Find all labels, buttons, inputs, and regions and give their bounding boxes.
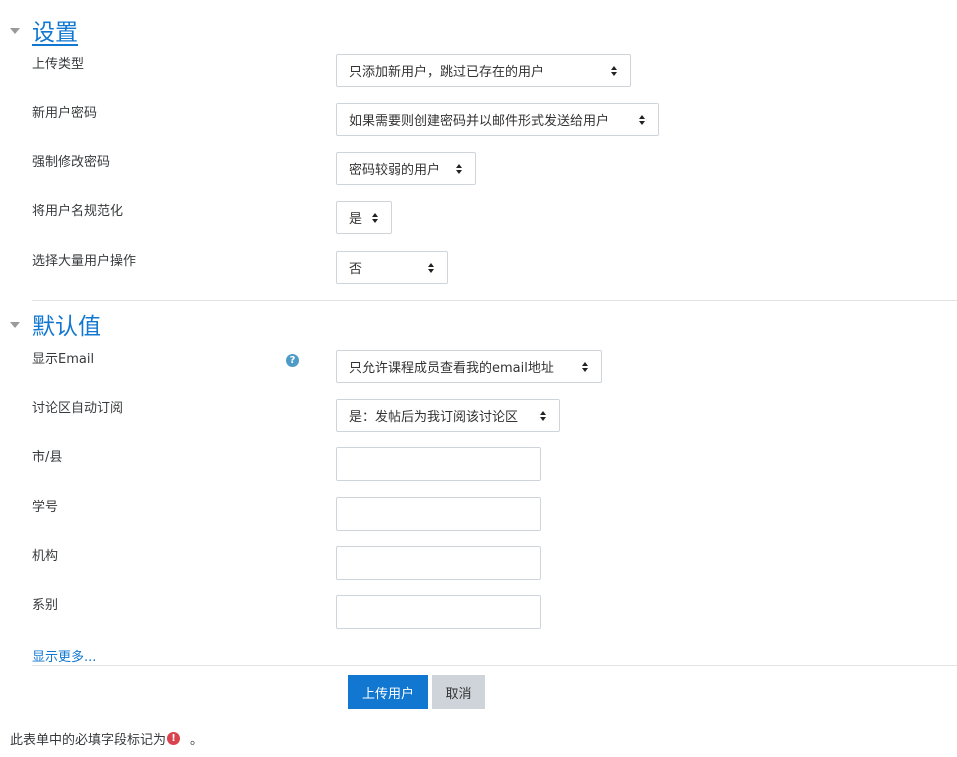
new-user-password-label: 新用户密码 — [32, 106, 98, 121]
forum-autosubscribe-select[interactable]: 是：发帖后为我订阅该讨论区 — [336, 399, 560, 432]
force-password-change-value: 密码较弱的用户 — [349, 163, 441, 178]
new-user-password-select[interactable]: 如果需要则创建密码并以邮件形式发送给用户 — [336, 103, 659, 136]
required-fields-note: 此表单中的必填字段标记为 ! 。 — [10, 729, 203, 748]
institution-input[interactable] — [336, 546, 541, 580]
force-password-change-select[interactable]: 密码较弱的用户 — [336, 152, 476, 185]
display-email-value: 只允许课程成员查看我的email地址 — [349, 361, 554, 376]
select-arrows-icon — [372, 212, 380, 223]
required-icon: ! — [167, 732, 181, 745]
new-user-password-value: 如果需要则创建密码并以邮件形式发送给用户 — [349, 114, 610, 129]
forum-autosubscribe-value: 是：发帖后为我订阅该讨论区 — [349, 410, 519, 425]
upload-type-select[interactable]: 只添加新用户，跳过已存在的用户 — [336, 54, 631, 87]
help-icon[interactable]: ? — [286, 354, 299, 367]
collapse-icon[interactable] — [10, 28, 20, 34]
upload-users-button[interactable]: 上传用户 — [348, 675, 428, 709]
bulk-user-action-select[interactable]: 否 — [336, 251, 448, 284]
collapse-icon[interactable] — [10, 322, 20, 328]
required-note-tail: 。 — [190, 733, 204, 748]
select-arrows-icon — [582, 361, 590, 372]
select-arrows-icon — [639, 114, 647, 125]
city-input[interactable] — [336, 447, 541, 481]
select-arrows-icon — [540, 410, 548, 421]
bulk-user-action-value: 否 — [349, 262, 363, 277]
standardise-usernames-value: 是 — [349, 212, 363, 227]
settings-section-title[interactable]: 设置 — [32, 13, 78, 47]
show-more-link[interactable]: 显示更多... — [32, 646, 96, 665]
display-email-select[interactable]: 只允许课程成员查看我的email地址 — [336, 350, 602, 383]
id-number-label: 学号 — [32, 500, 59, 515]
select-arrows-icon — [611, 65, 619, 76]
upload-type-value: 只添加新用户，跳过已存在的用户 — [349, 65, 545, 80]
bulk-user-action-label: 选择大量用户操作 — [32, 254, 137, 269]
city-label: 市/县 — [32, 450, 63, 465]
department-label: 系别 — [32, 598, 59, 613]
display-email-label: 显示Email — [32, 352, 95, 367]
id-number-input[interactable] — [336, 497, 541, 531]
standardise-usernames-label: 将用户名规范化 — [32, 204, 124, 219]
settings-section-header[interactable]: 设置 — [10, 13, 78, 47]
select-arrows-icon — [428, 262, 436, 273]
defaults-section-header[interactable]: 默认值 — [10, 307, 101, 341]
section-divider — [32, 300, 957, 301]
cancel-button[interactable]: 取消 — [432, 675, 485, 709]
standardise-usernames-select[interactable]: 是 — [336, 201, 392, 234]
upload-type-label: 上传类型 — [32, 57, 85, 72]
form-divider — [32, 665, 957, 666]
forum-autosubscribe-label: 讨论区自动订阅 — [32, 401, 124, 416]
select-arrows-icon — [456, 163, 464, 174]
defaults-section-title[interactable]: 默认值 — [32, 307, 101, 341]
institution-label: 机构 — [32, 549, 59, 564]
department-input[interactable] — [336, 595, 541, 629]
required-note-text: 此表单中的必填字段标记为 — [10, 733, 167, 748]
force-password-change-label: 强制修改密码 — [32, 155, 111, 170]
